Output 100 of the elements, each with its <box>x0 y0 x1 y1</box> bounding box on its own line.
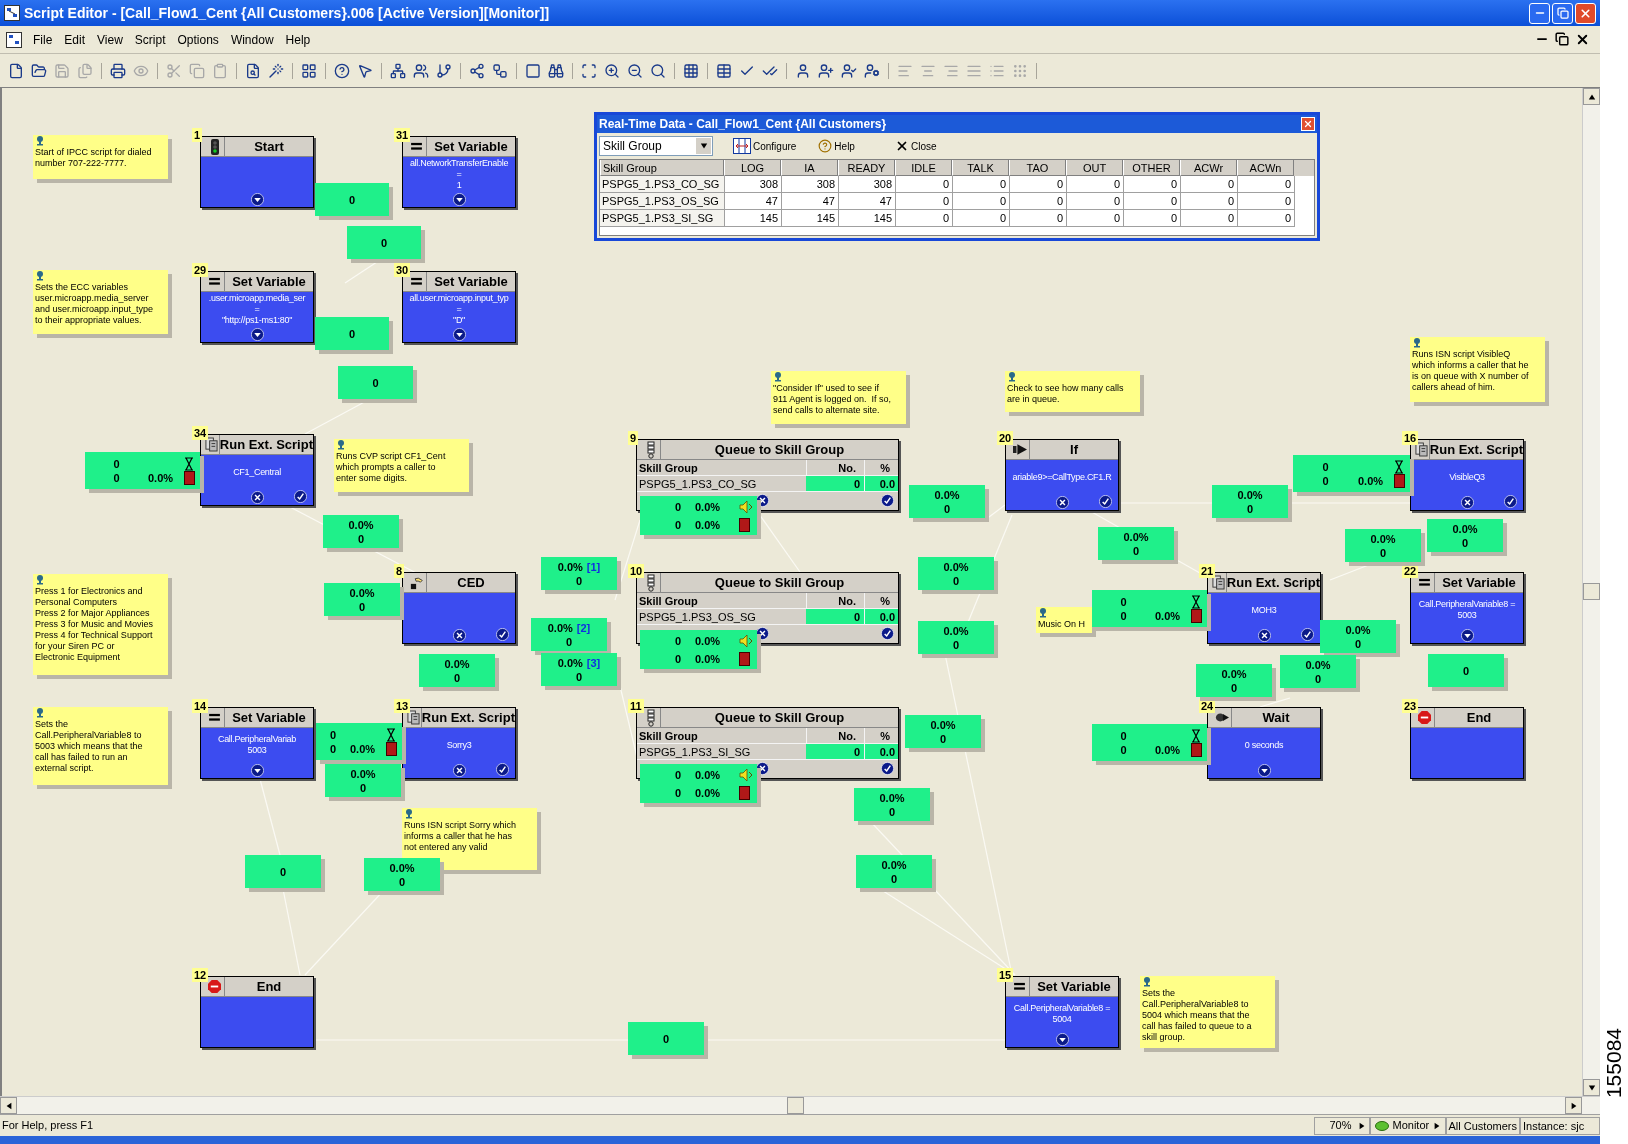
user-icon[interactable] <box>795 62 811 79</box>
table-cell: 0.0 <box>864 744 898 759</box>
stat-count: 0 <box>1119 608 1128 623</box>
node-text: all.user.microapp.input_typ <box>409 292 509 304</box>
check-circle-icon[interactable] <box>881 494 894 507</box>
status-text: For Help, press F1 <box>1 1118 95 1134</box>
help-icon[interactable] <box>334 62 350 79</box>
menu-item[interactable]: Edit <box>59 30 91 49</box>
file-icon[interactable] <box>8 62 24 79</box>
column-header[interactable]: OTHER <box>1123 160 1180 176</box>
x-circle-icon[interactable] <box>1055 495 1069 509</box>
column-header[interactable]: TAO <box>1009 160 1066 176</box>
close-button[interactable]: Close <box>892 138 939 154</box>
column-header[interactable]: ACWr <box>1180 160 1237 176</box>
pin-icon <box>774 372 782 383</box>
check-circle-icon[interactable] <box>881 762 894 775</box>
close-button[interactable] <box>1575 2 1596 24</box>
grid-icon[interactable] <box>683 62 699 79</box>
column-header[interactable]: IA <box>781 160 838 176</box>
user-check-icon[interactable] <box>841 62 857 79</box>
minimize-button[interactable] <box>1529 2 1550 24</box>
scroll-thumb[interactable] <box>1583 583 1600 600</box>
square-icon[interactable] <box>525 62 541 79</box>
x-circle-icon[interactable] <box>452 628 466 642</box>
users-icon[interactable] <box>413 62 429 79</box>
share-icon[interactable] <box>469 62 485 79</box>
node-number: 1 <box>192 128 203 142</box>
binoculars-icon[interactable] <box>548 62 564 79</box>
check-circle-icon[interactable] <box>1099 495 1112 508</box>
grid-icon[interactable] <box>301 62 317 79</box>
equals-icon <box>209 713 220 722</box>
column-header[interactable]: READY <box>838 160 895 176</box>
menu-item[interactable]: Options <box>172 30 224 49</box>
menu-item[interactable]: Help <box>280 30 316 49</box>
file-search-icon[interactable] <box>245 62 261 79</box>
menu-item[interactable]: Script <box>129 30 171 49</box>
scroll-right-button[interactable] <box>1565 1097 1582 1114</box>
check-circle-icon[interactable] <box>1301 628 1314 641</box>
x-circle-icon[interactable] <box>250 490 264 504</box>
check-circle-icon[interactable] <box>496 763 509 776</box>
scroll-down-button[interactable] <box>1583 1079 1600 1096</box>
column-header[interactable]: TALK <box>952 160 1009 176</box>
column-header[interactable]: LOG <box>724 160 781 176</box>
pin-icon <box>1039 608 1047 619</box>
script-icon <box>1415 442 1429 457</box>
scan-icon[interactable] <box>581 62 597 79</box>
stat-rate: 0.0% <box>1155 608 1182 623</box>
column-header[interactable]: ACWn <box>1237 160 1294 176</box>
stat-rate: 0.0% <box>695 517 722 532</box>
user-gear-icon[interactable] <box>864 62 880 79</box>
wand-icon[interactable] <box>268 62 284 79</box>
scroll-thumb[interactable] <box>787 1097 804 1114</box>
restore-button[interactable] <box>1552 2 1573 24</box>
zoom-in-icon[interactable] <box>604 62 620 79</box>
script-icon <box>205 437 219 452</box>
script-node[interactable]: CED <box>402 572 516 644</box>
x-circle-icon[interactable] <box>452 763 466 777</box>
scroll-left-button[interactable] <box>0 1097 17 1114</box>
restore-icon[interactable] <box>1555 32 1569 46</box>
table-icon[interactable] <box>716 62 732 79</box>
pin-icon <box>36 136 44 147</box>
configure-button[interactable]: Configure <box>731 138 799 154</box>
x-circle-icon[interactable] <box>1460 495 1474 509</box>
column-header[interactable]: OUT <box>1066 160 1123 176</box>
table-cell: 0 <box>896 210 953 227</box>
zoom-out-icon[interactable] <box>627 62 643 79</box>
mode-panel[interactable]: Monitor <box>1369 1116 1446 1135</box>
stat-count: 0 <box>565 634 573 649</box>
branch-icon[interactable] <box>436 62 452 79</box>
menu-item[interactable]: Window <box>225 30 279 49</box>
column-header[interactable]: IDLE <box>895 160 952 176</box>
close-icon[interactable] <box>1575 32 1590 47</box>
check-circle-icon[interactable] <box>496 628 509 641</box>
search-icon[interactable] <box>650 62 666 79</box>
script-node[interactable]: Start <box>200 136 314 208</box>
workflow-icon[interactable] <box>492 62 508 79</box>
check-circle-icon[interactable] <box>294 490 307 503</box>
scroll-up-button[interactable] <box>1583 88 1600 105</box>
node-title: If <box>1069 441 1079 459</box>
zoom-panel[interactable]: 70% <box>1313 1116 1370 1135</box>
table-cell: 0 <box>1238 193 1295 210</box>
user-plus-icon[interactable] <box>818 62 834 79</box>
node-title: Run Ext. Script <box>421 709 515 727</box>
columns-icon <box>733 138 751 154</box>
folder-icon[interactable] <box>31 62 47 79</box>
menu-item[interactable]: File <box>28 30 58 49</box>
printer-icon[interactable] <box>110 62 126 79</box>
table-cell: 47 <box>839 193 896 210</box>
close-button[interactable] <box>1301 117 1315 131</box>
menu-item[interactable]: View <box>92 30 128 49</box>
table-cell: 0 <box>806 476 864 491</box>
check-circle-icon[interactable] <box>881 627 894 640</box>
pin-icon <box>337 440 345 451</box>
table-cell: 0 <box>1067 176 1124 193</box>
help-button[interactable]: Help <box>816 138 857 154</box>
skill-group-dropdown[interactable]: Skill Group <box>599 136 713 156</box>
network-icon[interactable] <box>390 62 406 79</box>
pointer-icon[interactable] <box>357 62 373 79</box>
x-circle-icon[interactable] <box>1257 628 1271 642</box>
check-circle-icon[interactable] <box>1504 495 1517 508</box>
